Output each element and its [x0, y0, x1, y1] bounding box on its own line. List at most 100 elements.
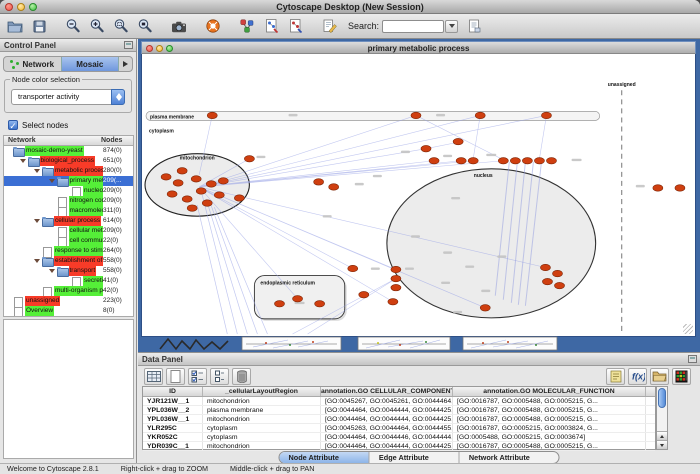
nucleus-region[interactable]	[387, 169, 596, 318]
vizmapper-icon[interactable]	[236, 16, 258, 36]
network-canvas[interactable]: plasma membrane cytoplasm mitochondrion …	[141, 54, 696, 337]
float-panel-icon[interactable]	[688, 355, 697, 363]
tree-row[interactable]: primary metabo209(...	[4, 176, 133, 186]
expander-icon[interactable]	[48, 179, 57, 183]
float-panel-icon[interactable]	[124, 41, 133, 49]
scrollbar-thumb[interactable]	[658, 388, 666, 408]
search-input[interactable]	[382, 20, 444, 33]
tree-row[interactable]: multi-organism pro42(0)	[4, 286, 133, 296]
tab-edge-attribute-browser[interactable]: Edge Attribute Browser	[370, 452, 460, 463]
node-color-dropdown[interactable]: transporter activity	[11, 89, 125, 105]
minimized-window-thumbnail[interactable]	[242, 337, 341, 350]
network-view-titlebar[interactable]: primary metabolic process	[141, 41, 696, 54]
mitochondrion-region[interactable]	[145, 154, 249, 216]
unselect-attributes-icon[interactable]	[210, 368, 229, 385]
tree-row[interactable]: biological_process651(0)	[4, 156, 133, 166]
tree-row[interactable]: response to stimulu264(0)	[4, 246, 133, 256]
select-attributes-icon[interactable]	[188, 368, 207, 385]
unassigned-label: unassigned	[608, 82, 636, 88]
tree-row[interactable]: unassigned223(0)	[4, 296, 133, 306]
table-row[interactable]: YPL036W__1mitochondrion[GO:0044464, GO:0…	[143, 415, 655, 424]
tree-row[interactable]: nitrogen compo209(0)	[4, 196, 133, 206]
resize-grip[interactable]	[683, 324, 693, 334]
tree-row[interactable]: cellular metabol209(0)	[4, 226, 133, 236]
annotation-icon[interactable]	[318, 16, 340, 36]
select-nodes-checkbox[interactable]	[8, 120, 18, 130]
tree-row[interactable]: establishment of lo558(0)	[4, 256, 133, 266]
birds-eye-view[interactable]	[3, 319, 134, 459]
help-icon[interactable]	[202, 16, 224, 36]
table-row[interactable]: YJR121W__1mitochondrion[GO:0045267, GO:0…	[143, 397, 655, 406]
network-view-window[interactable]: primary metabolic process	[141, 41, 696, 337]
import-network-icon[interactable]	[260, 16, 282, 36]
create-attribute-icon[interactable]	[166, 368, 185, 385]
open-icon[interactable]	[4, 16, 26, 36]
table-row[interactable]: YPL036W__2plasma membrane[GO:0044464, GO…	[143, 406, 655, 415]
table-row[interactable]: YKR052Ccytoplasm[GO:0044464, GO:0044446,…	[143, 433, 655, 442]
zoom-fit-icon[interactable]	[110, 16, 132, 36]
delete-attribute-icon[interactable]	[232, 368, 251, 385]
column-header-region[interactable]: _cellularLayoutRegion	[203, 387, 321, 396]
tab-network-attribute-browser[interactable]: Network Attribute Browser	[460, 452, 559, 463]
minimized-window-thumbnail[interactable]	[358, 337, 450, 350]
tree-row[interactable]: cell communicat22(0)	[4, 236, 133, 246]
expander-icon[interactable]	[33, 219, 42, 223]
notes-icon[interactable]	[606, 368, 625, 385]
snapshot-icon[interactable]	[168, 16, 190, 36]
data-panel-titlebar: Data Panel	[138, 353, 700, 366]
table-scrollbar[interactable]	[656, 386, 668, 450]
tab-mosaic-label: Mosaic	[76, 60, 103, 69]
expander-icon[interactable]	[19, 159, 28, 163]
select-nodes-option[interactable]: Select nodes	[8, 119, 68, 131]
nodes-column-header[interactable]: Nodes	[101, 137, 122, 144]
zoom-in-icon[interactable]	[86, 16, 108, 36]
scroll-up-icon[interactable]	[657, 431, 667, 440]
control-panel-titlebar: Control Panel	[0, 39, 136, 52]
table-row[interactable]: YLR295Ccytoplasm[GO:0045263, GO:0044464,…	[143, 424, 655, 433]
tab-mosaic[interactable]: Mosaic	[61, 57, 120, 71]
tree-row[interactable]: mosaic-demo-yeast874(0)	[4, 146, 133, 156]
save-icon[interactable]	[28, 16, 50, 36]
status-text: Welcome to Cytoscape 2.8.1	[7, 464, 99, 473]
tree-row[interactable]: transport558(0)	[4, 266, 133, 276]
column-header-molecular-function[interactable]: annotation.GO MOLECULAR_FUNCTION	[453, 387, 646, 396]
table-cell: [GO:0045267, GO:0045261, GO:0044464, G..…	[321, 397, 453, 405]
tree-row[interactable]: secretion41(0)	[4, 276, 133, 286]
tab-overflow-button[interactable]	[119, 57, 132, 71]
zoom-out-icon[interactable]	[62, 16, 84, 36]
import-table-icon[interactable]	[284, 16, 306, 36]
function-builder-icon[interactable]: f(x)	[628, 368, 647, 385]
attribute-table-mode-icon[interactable]	[144, 368, 163, 385]
tree-row[interactable]: cellular process614(0)	[4, 216, 133, 226]
table-row[interactable]: YDR039C__1mitochondrion[GO:0044464, GO:0…	[143, 442, 655, 451]
column-header-id[interactable]: ID	[143, 387, 203, 396]
tree-node-count: 22(0)	[103, 236, 134, 246]
tab-node-attribute-browser[interactable]: Node Attribute Browser	[280, 452, 370, 463]
minimized-windows-strip[interactable]	[138, 336, 700, 351]
network-tree: mosaic-demo-yeast874(0)biological_proces…	[3, 146, 134, 317]
tree-node-count: 41(0)	[103, 276, 134, 286]
table-cell: YPL036W__1	[143, 415, 203, 423]
tab-network[interactable]: Network	[4, 57, 61, 71]
search-options-icon[interactable]	[463, 16, 485, 36]
file-icon	[57, 197, 67, 206]
tree-node-count: 209(0)	[103, 226, 134, 236]
tree-node-count: 8(0)	[103, 306, 134, 316]
minimized-network-silhouette[interactable]	[160, 339, 228, 349]
heatmap-icon[interactable]	[672, 368, 691, 385]
search-combo-button[interactable]	[445, 20, 458, 33]
tree-row[interactable]: metabolic process280(0)	[4, 166, 133, 176]
node-color-dropdown-value: transporter activity	[18, 92, 79, 101]
scroll-down-icon[interactable]	[657, 440, 667, 449]
zoom-selected-icon[interactable]	[134, 16, 156, 36]
expander-icon[interactable]	[33, 169, 42, 173]
import-attributes-icon[interactable]	[650, 368, 669, 385]
column-header-cellular-component[interactable]: annotation.GO CELLULAR_COMPONENT	[321, 387, 453, 396]
minimized-window-thumbnail[interactable]	[463, 337, 557, 350]
network-column-header[interactable]: Network	[8, 137, 36, 144]
tree-row[interactable]: macromolecule311(0)	[4, 206, 133, 216]
expander-icon[interactable]	[33, 259, 42, 263]
tree-row[interactable]: Overview8(0)	[4, 306, 133, 316]
expander-icon[interactable]	[48, 269, 57, 273]
tree-row[interactable]: nucleobase-209(0)	[4, 186, 133, 196]
